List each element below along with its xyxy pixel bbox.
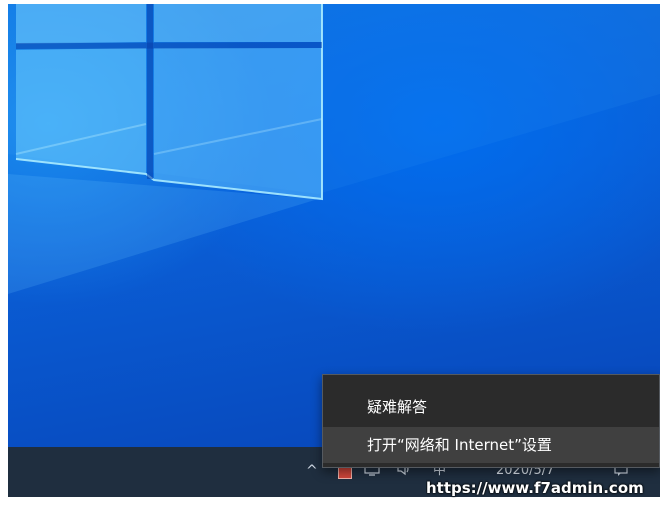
menu-item-label: 打开“网络和 Internet”设置 — [367, 436, 552, 454]
network-context-menu: 疑难解答 打开“网络和 Internet”设置 — [322, 374, 660, 468]
screenshot-frame: ^ 中 2020/5/7 疑难解答 打开“网络和 Internet”设置 — [8, 4, 660, 497]
chevron-up-icon[interactable]: ^ — [306, 461, 318, 481]
watermark: https://www.f7admin.com — [426, 479, 644, 497]
menu-item-label: 疑难解答 — [367, 398, 428, 416]
menu-item-troubleshoot[interactable]: 疑难解答 — [323, 389, 659, 425]
menu-item-open-network-settings[interactable]: 打开“网络和 Internet”设置 — [323, 427, 659, 463]
